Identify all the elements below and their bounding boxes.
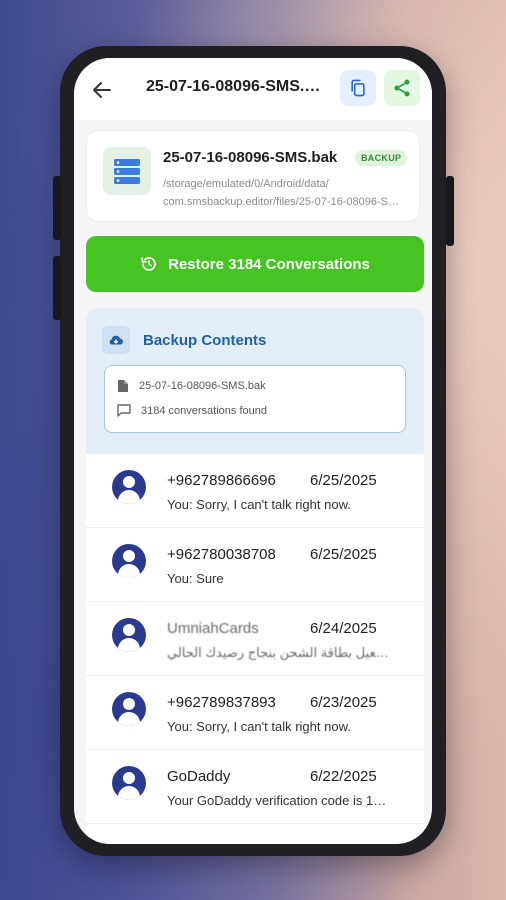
backup-badge: BACKUP <box>355 150 408 166</box>
backup-contents-title: Backup Contents <box>143 332 267 349</box>
message-icon <box>117 404 131 417</box>
database-icon <box>103 147 151 195</box>
list-item[interactable]: GoDaddy 6/22/2025 Your GoDaddy verificat… <box>86 750 424 824</box>
conversation-count-label: 3184 conversations found <box>141 404 267 417</box>
history-icon <box>141 257 156 271</box>
file-path-line: /storage/emulated/0/Android/data/ <box>163 178 329 190</box>
message-date: 6/23/2025 <box>310 694 377 711</box>
conversation-count-row: 3184 conversations found <box>117 404 267 417</box>
share-icon <box>394 79 410 97</box>
message-preview: Your GoDaddy verification code is 123456 <box>167 793 391 808</box>
person-icon <box>112 618 146 652</box>
phone-power-button <box>446 176 454 246</box>
message-preview: You: Sorry, I can't talk right now. <box>167 719 351 734</box>
copy-button[interactable] <box>340 70 376 106</box>
list-item[interactable]: UmniahCards 6/24/2025 تم تفعيل بطاقة الش… <box>86 602 424 676</box>
backup-file-row: 25-07-16-08096-SMS.bak <box>117 379 266 393</box>
contact-name: +962789866696 <box>167 472 276 489</box>
message-date: 6/24/2025 <box>310 620 377 637</box>
share-button[interactable] <box>384 70 420 106</box>
file-icon <box>118 380 128 392</box>
message-date: 6/22/2025 <box>310 768 377 785</box>
list-item[interactable]: +962789866696 6/25/2025 You: Sorry, I ca… <box>86 454 424 528</box>
person-icon <box>112 544 146 578</box>
phone-side-button <box>53 176 61 240</box>
contact-name: GoDaddy <box>167 768 231 785</box>
file-name: 25-07-16-08096-SMS.bak <box>163 149 338 166</box>
arrow-left-icon[interactable] <box>90 78 114 102</box>
page-title: 25-07-16-08096-SMS.bak <box>146 78 328 95</box>
contact-name: UmniahCards <box>167 620 259 637</box>
person-icon <box>112 766 146 800</box>
restore-button[interactable]: Restore 3184 Conversations <box>86 236 424 292</box>
conversation-list: +962789866696 6/25/2025 You: Sorry, I ca… <box>86 454 424 844</box>
file-path: /storage/emulated/0/Android/data/ com.sm… <box>163 175 403 211</box>
list-item[interactable]: +962780038708 6/25/2025 You: Sure <box>86 528 424 602</box>
message-preview: You: Sure <box>167 571 224 586</box>
copy-icon <box>351 79 365 97</box>
file-path-line: com.smsbackup.editor/files/25-07-16-0809… <box>163 196 403 208</box>
message-preview: تم تفعيل بطاقة الشحن بنجاح رصيدك الحالي <box>167 645 391 660</box>
restore-button-label: Restore 3184 Conversations <box>168 255 370 273</box>
message-preview: You: Sorry, I can't talk right now. <box>167 497 351 512</box>
backup-info-box: 25-07-16-08096-SMS.bak 3184 conversation… <box>104 365 406 433</box>
phone-side-button <box>53 256 61 320</box>
backup-contents-panel: Backup Contents 25-07-16-08096-SMS.bak 3… <box>86 308 424 454</box>
cloud-icon <box>102 326 130 354</box>
person-icon <box>112 692 146 726</box>
message-date: 6/25/2025 <box>310 472 377 489</box>
list-item[interactable]: +962789837893 6/23/2025 You: Sorry, I ca… <box>86 676 424 750</box>
backup-file-label: 25-07-16-08096-SMS.bak <box>139 380 266 392</box>
contact-name: +962789837893 <box>167 694 276 711</box>
person-icon <box>112 470 146 504</box>
message-date: 6/25/2025 <box>310 546 377 563</box>
top-app-bar: 25-07-16-08096-SMS.bak <box>74 58 432 120</box>
app-screen: 25-07-16-08096-SMS.bak 25-07-16-08096-SM… <box>74 58 432 844</box>
file-info-card: 25-07-16-08096-SMS.bak BACKUP /storage/e… <box>86 130 420 222</box>
contact-name: +962780038708 <box>167 546 276 563</box>
